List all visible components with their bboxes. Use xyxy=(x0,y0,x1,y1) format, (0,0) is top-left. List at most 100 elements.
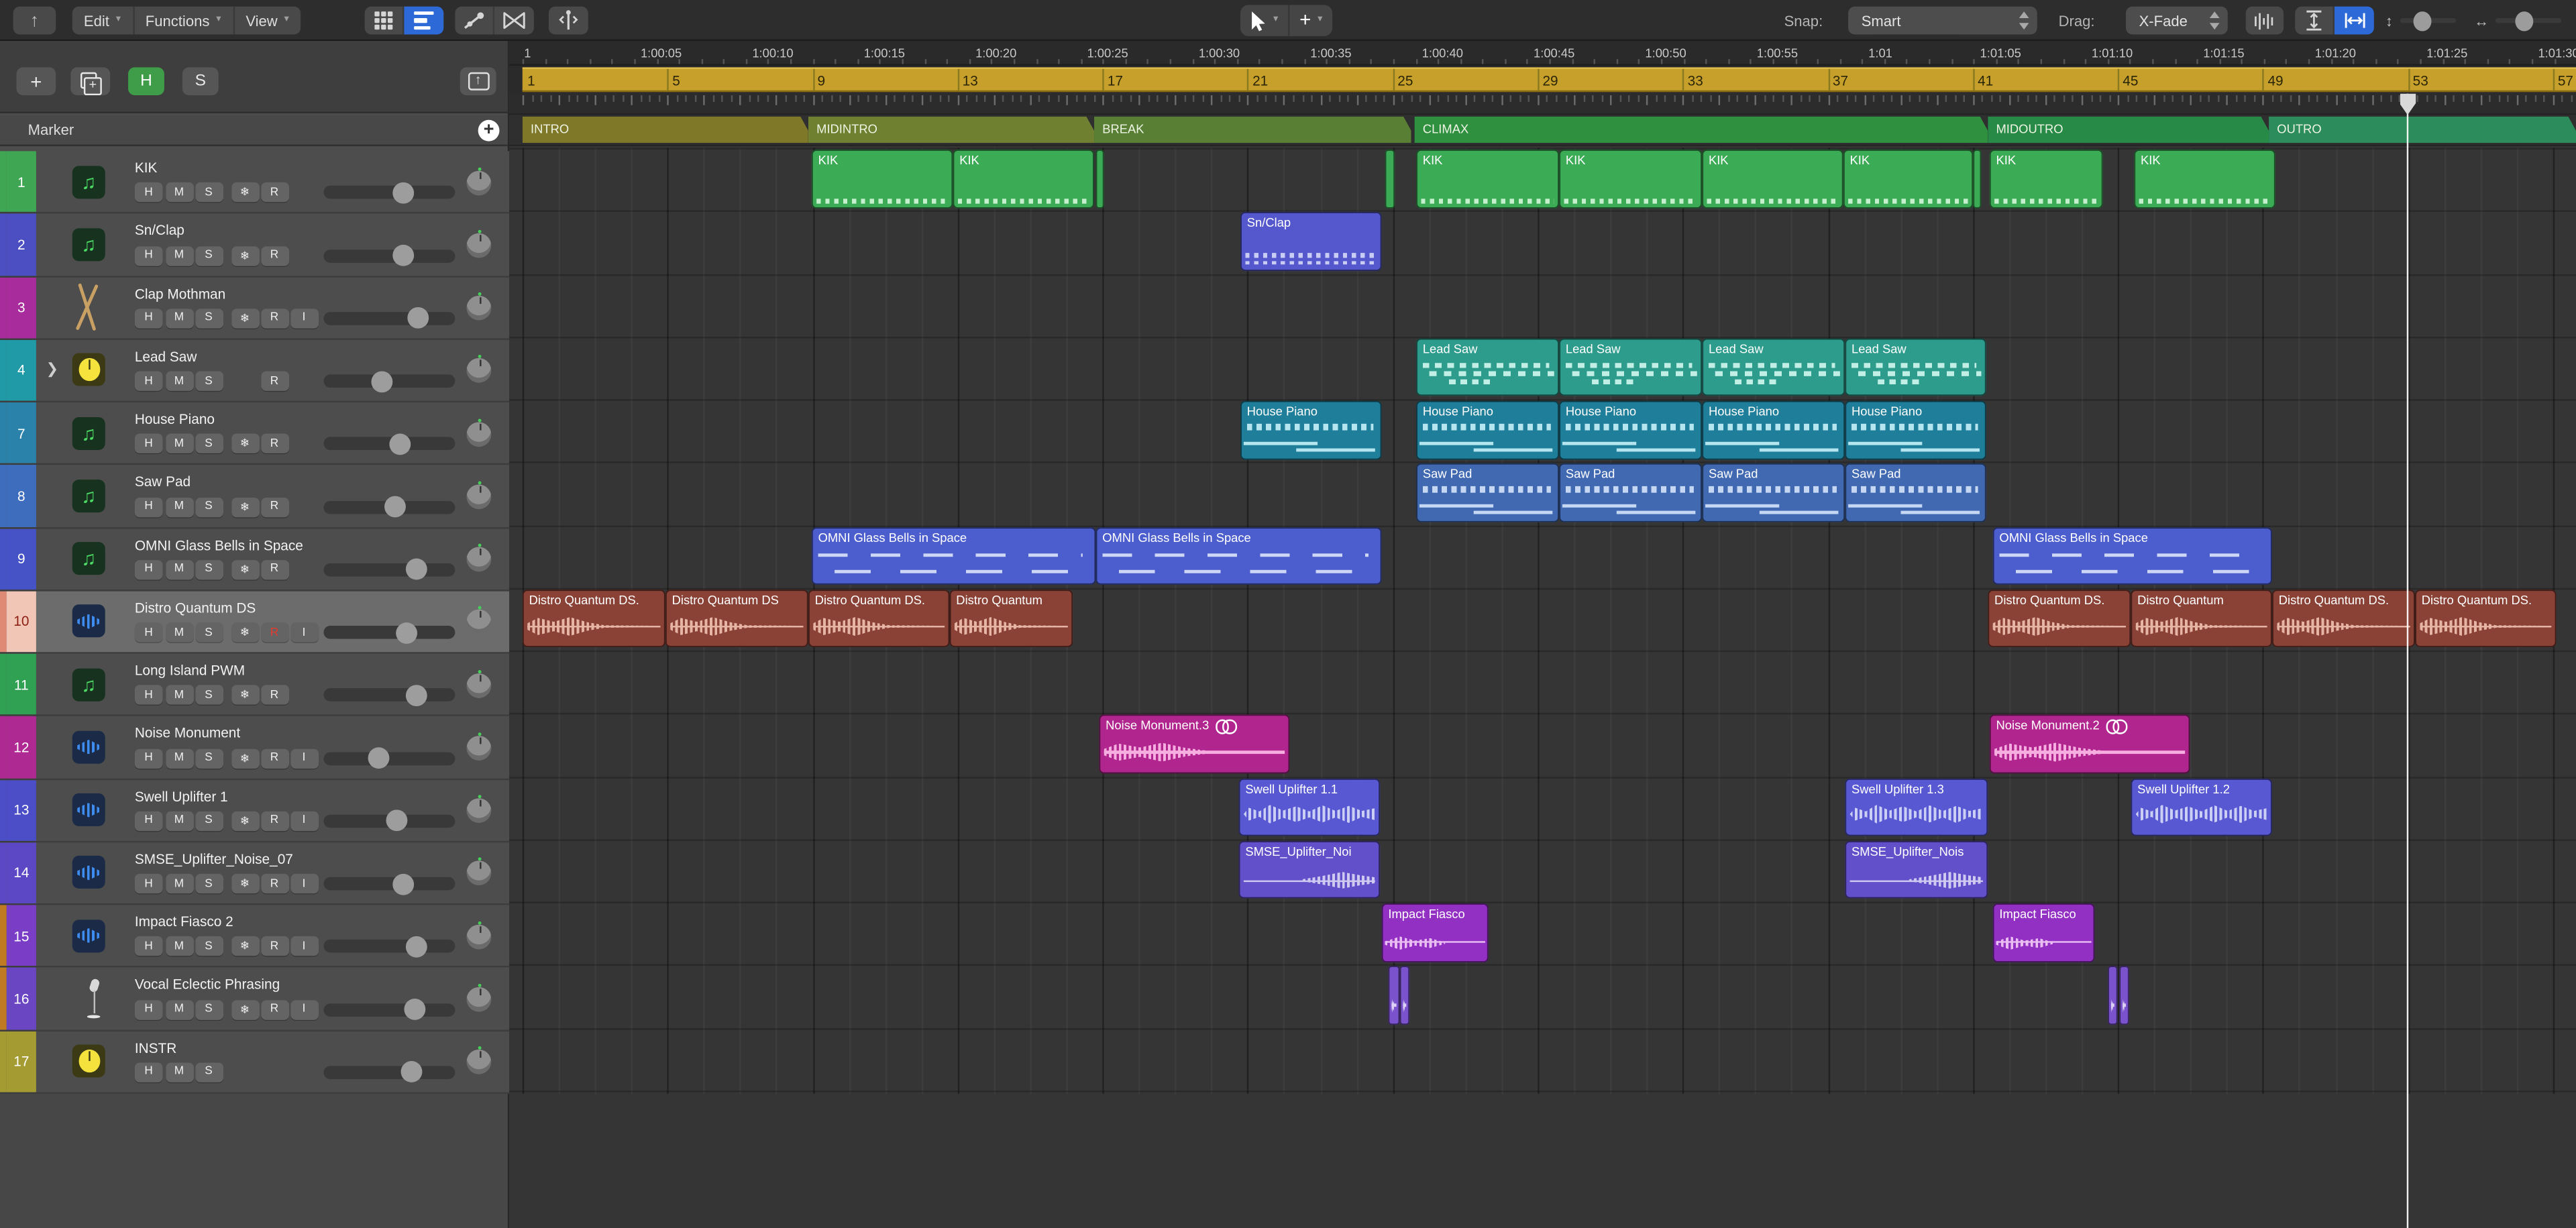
freeze-button[interactable]: ❄ xyxy=(231,559,259,579)
input-monitor-button[interactable]: I xyxy=(290,308,318,329)
hide-button[interactable]: H xyxy=(134,245,163,266)
volume-slider-thumb[interactable] xyxy=(404,998,426,1020)
freeze-button[interactable]: ❄ xyxy=(231,434,259,454)
region-noise-monument-2[interactable]: Noise Monument.2 xyxy=(1989,715,2190,774)
record-enable-button[interactable]: R xyxy=(260,371,288,391)
record-enable-button[interactable]: R xyxy=(260,999,288,1019)
mute-button[interactable]: M xyxy=(165,182,193,203)
volume-slider-thumb[interactable] xyxy=(407,307,429,329)
track-header-smse-uplifter-noise-07[interactable]: 14 SMSE_Uplifter_Noise_07 H M S ❄ R I xyxy=(0,842,510,905)
region-lead-saw[interactable]: Lead Saw xyxy=(1702,338,1845,397)
mute-button[interactable]: M xyxy=(165,559,193,579)
volume-slider-thumb[interactable] xyxy=(392,244,413,266)
pan-knob[interactable] xyxy=(466,920,492,949)
record-enable-button[interactable]: R xyxy=(260,182,288,203)
volume-slider[interactable] xyxy=(323,621,455,643)
vertical-zoom-slider[interactable]: ↕ xyxy=(2385,7,2456,35)
mute-button[interactable]: M xyxy=(165,371,193,391)
solo-button[interactable]: S xyxy=(195,1062,223,1082)
region-sliver[interactable] xyxy=(1973,150,1982,209)
region-house-piano[interactable]: House Piano xyxy=(1416,401,1560,459)
marker-break[interactable]: BREAK xyxy=(1094,116,1411,143)
library-open-button[interactable] xyxy=(460,67,496,96)
freeze-button[interactable]: ❄ xyxy=(231,308,259,329)
region-house-piano[interactable]: House Piano xyxy=(1845,401,1986,459)
grid-view-button[interactable] xyxy=(365,6,405,35)
region-lead-saw[interactable]: Lead Saw xyxy=(1559,338,1703,397)
region-kik[interactable]: KIK xyxy=(2134,150,2275,209)
hide-button[interactable]: H xyxy=(134,748,163,768)
region-saw-pad[interactable]: Saw Pad xyxy=(1416,463,1560,522)
marker-track-row[interactable]: Marker + xyxy=(0,115,508,146)
solo-button[interactable]: S xyxy=(195,685,223,706)
region-lead-saw[interactable]: Lead Saw xyxy=(1416,338,1560,397)
region-distro-quantum[interactable]: Distro Quantum xyxy=(2131,590,2272,648)
track-header-omni-glass-bells-in-space[interactable]: 9 ♫ OMNI Glass Bells in Space H M S ❄ R xyxy=(0,528,510,592)
volume-slider[interactable] xyxy=(323,182,455,204)
region-smse-uplifter-nois[interactable]: SMSE_Uplifter_Nois xyxy=(1845,840,1988,899)
hide-button[interactable]: H xyxy=(134,308,163,329)
flex-button[interactable] xyxy=(494,7,534,35)
functions-menu[interactable]: Functions ▾ xyxy=(134,6,235,35)
volume-slider[interactable] xyxy=(323,433,455,455)
mute-button[interactable]: M xyxy=(165,873,193,894)
marker-climax[interactable]: CLIMAX xyxy=(1415,116,1988,143)
freeze-button[interactable]: ❄ xyxy=(231,685,259,706)
record-enable-button[interactable]: R xyxy=(260,308,288,329)
pan-knob[interactable] xyxy=(466,543,492,572)
edit-menu[interactable]: Edit ▾ xyxy=(72,6,134,35)
mute-button[interactable]: M xyxy=(165,308,193,329)
track-header-kik[interactable]: 1 ♫ KIK H M S ❄ R xyxy=(0,151,510,214)
marker-midintro[interactable]: MIDINTRO xyxy=(808,116,1094,143)
pan-knob[interactable] xyxy=(466,418,492,447)
pan-knob[interactable] xyxy=(466,858,492,886)
input-monitor-button[interactable]: I xyxy=(290,936,318,956)
solo-button[interactable]: S xyxy=(195,936,223,956)
solo-button[interactable]: S xyxy=(195,308,223,329)
region-kik[interactable]: KIK xyxy=(953,150,1095,209)
region-smse-uplifter-noi[interactable]: SMSE_Uplifter_Noi xyxy=(1238,840,1381,899)
region-sliver[interactable] xyxy=(2108,966,2118,1025)
volume-slider[interactable] xyxy=(323,873,455,895)
drag-select[interactable]: X-Fade xyxy=(2125,6,2228,35)
solo-button[interactable]: S xyxy=(195,999,223,1019)
input-monitor-button[interactable]: I xyxy=(290,873,318,894)
hide-button[interactable]: H xyxy=(134,1062,163,1082)
view-menu[interactable]: View ▾ xyxy=(234,7,301,35)
track-header-saw-pad[interactable]: 8 ♫ Saw Pad H M S ❄ R xyxy=(0,465,510,528)
pan-knob[interactable] xyxy=(466,481,492,509)
record-enable-button[interactable]: R xyxy=(260,622,288,643)
solo-button[interactable]: S xyxy=(195,371,223,391)
volume-slider-thumb[interactable] xyxy=(392,182,413,204)
hide-button[interactable]: H xyxy=(134,622,163,643)
tracks-view-button[interactable] xyxy=(404,6,444,35)
region-impact-fiasco[interactable]: Impact Fiasco xyxy=(1992,903,2095,962)
freeze-button[interactable]: ❄ xyxy=(231,873,259,894)
region-sliver[interactable] xyxy=(1385,150,1395,209)
mute-button[interactable]: M xyxy=(165,811,193,831)
playhead-line[interactable] xyxy=(2406,93,2409,1228)
volume-slider-thumb[interactable] xyxy=(368,747,389,769)
volume-slider-thumb[interactable] xyxy=(372,370,394,392)
mute-button[interactable]: M xyxy=(165,748,193,768)
hide-button[interactable]: H xyxy=(134,496,163,517)
slider-thumb[interactable] xyxy=(2412,10,2431,31)
freeze-button[interactable]: ❄ xyxy=(231,245,259,266)
automation-button[interactable] xyxy=(455,6,495,35)
solo-button[interactable]: S xyxy=(195,182,223,203)
volume-slider[interactable] xyxy=(323,747,455,769)
record-enable-button[interactable]: R xyxy=(260,873,288,894)
input-monitor-button[interactable]: I xyxy=(290,811,318,831)
region-swell-uplifter-1-1[interactable]: Swell Uplifter 1.1 xyxy=(1238,778,1381,836)
track-header-impact-fiasco-2[interactable]: 15 Impact Fiasco 2 H M S ❄ R I xyxy=(0,905,510,968)
region-distro-quantum-ds-[interactable]: Distro Quantum DS. xyxy=(2415,590,2557,648)
hide-panel-button[interactable]: ↑ xyxy=(13,6,56,35)
mute-button[interactable]: M xyxy=(165,1062,193,1082)
snap-select[interactable]: Smart xyxy=(1848,6,2037,35)
volume-slider-thumb[interactable] xyxy=(396,621,418,643)
track-header-swell-uplifter-1[interactable]: 13 Swell Uplifter 1 H M S ❄ R I xyxy=(0,779,510,842)
pan-knob[interactable] xyxy=(466,166,492,195)
marker-outro[interactable]: OUTRO xyxy=(2269,116,2576,143)
solo-button[interactable]: S xyxy=(195,559,223,579)
freeze-button[interactable]: ❄ xyxy=(231,182,259,203)
